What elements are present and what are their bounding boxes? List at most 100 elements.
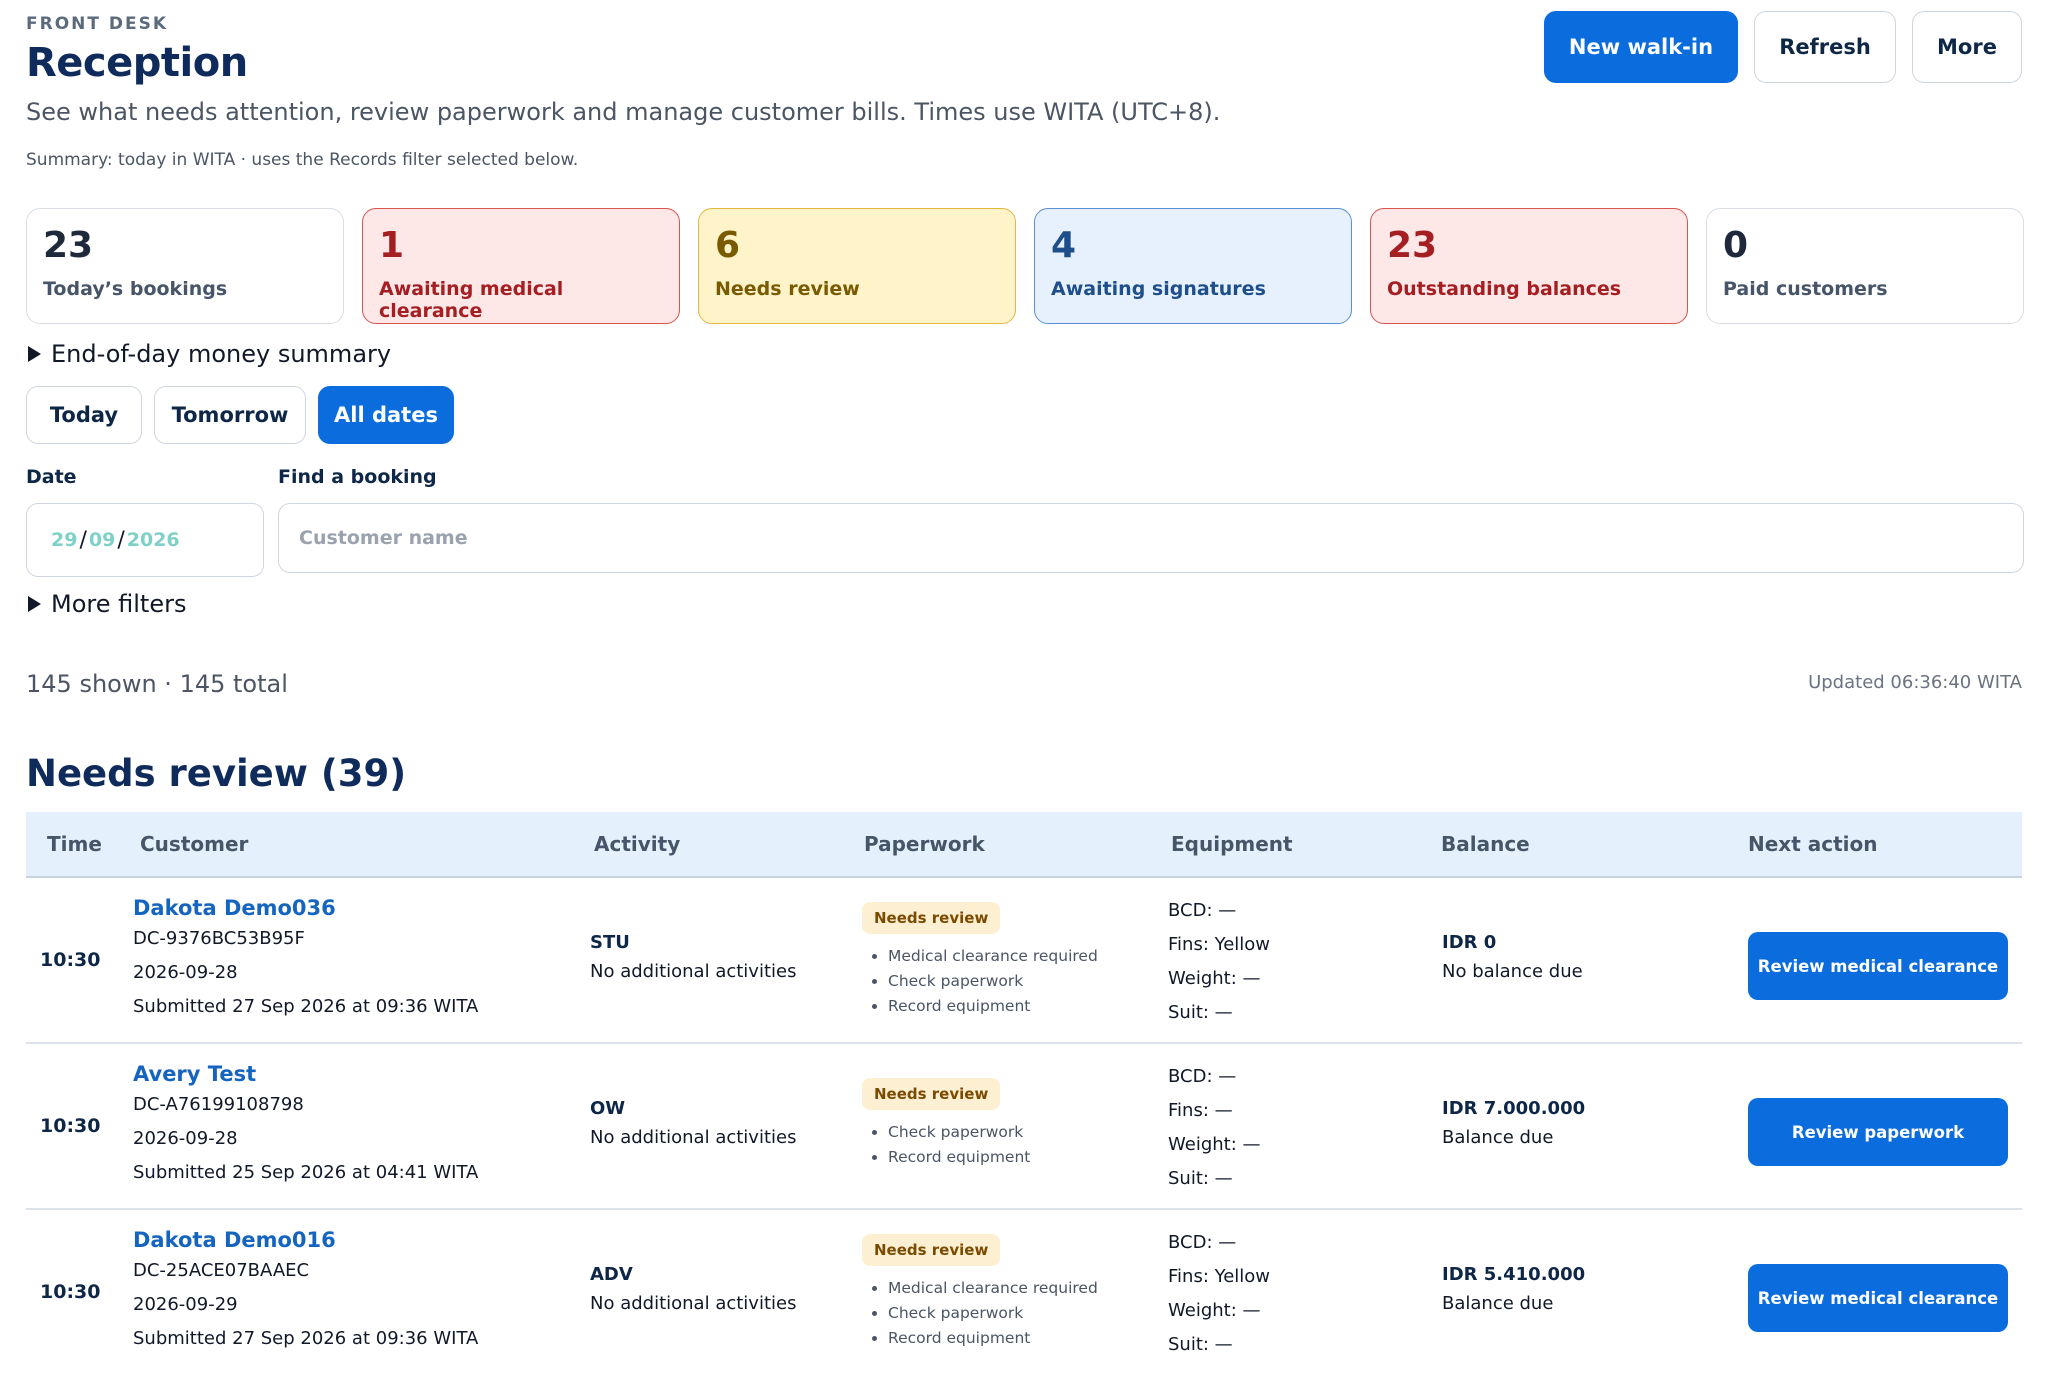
equipment-suit: Suit: — [1168, 1334, 1233, 1355]
list-item: Check paperwork [888, 1301, 1098, 1326]
equipment-suit: Suit: — [1168, 1168, 1233, 1189]
updated-timestamp: Updated 06:36:40 WITA [1808, 672, 2022, 693]
find-booking-label: Find a booking [278, 466, 437, 488]
customer-name-link[interactable]: Avery Test [133, 1062, 478, 1086]
disclosure-triangle-icon [28, 596, 41, 612]
column-header-customer: Customer [140, 832, 249, 856]
row-time: 10:30 [40, 949, 101, 971]
activity-code: OW [590, 1098, 626, 1119]
stat-value: 23 [43, 225, 94, 266]
balance-note: No balance due [1442, 961, 1583, 982]
equipment-weight: Weight: — [1168, 1134, 1261, 1155]
table-row: 10:30 Dakota Demo036 DC-9376BC53B95F 202… [26, 878, 2022, 1044]
date-separator: / [117, 527, 125, 553]
review-medical-clearance-button[interactable]: Review medical clearance [1748, 932, 2008, 1000]
booking-date: 2026-09-28 [133, 962, 238, 983]
submitted-at: Submitted 25 Sep 2026 at 04:41 WITA [133, 1162, 479, 1183]
money-summary-toggle[interactable]: End-of-day money summary [28, 340, 391, 368]
review-paperwork-button[interactable]: Review paperwork [1748, 1098, 2008, 1166]
stat-cards: 23 Today’s bookings 1 Awaiting medical c… [26, 208, 2024, 324]
tab-all-dates[interactable]: All dates [318, 386, 454, 444]
activity-code: STU [590, 932, 630, 953]
column-header-activity: Activity [594, 832, 681, 856]
disclosure-triangle-icon [28, 346, 41, 362]
booking-date: 2026-09-29 [133, 1294, 238, 1315]
customer-cell: Dakota Demo036 DC-9376BC53B95F 2026-09-2… [133, 896, 478, 1024]
status-badge: Needs review [862, 902, 1001, 934]
table-row: 10:30 Dakota Demo016 DC-25ACE07BAAEC 202… [26, 1210, 2022, 1376]
equipment-weight: Weight: — [1168, 1300, 1261, 1321]
more-filters-label: More filters [51, 590, 187, 618]
activity-note: No additional activities [590, 961, 797, 982]
equipment-bcd: BCD: — [1168, 1066, 1237, 1087]
equipment-bcd: BCD: — [1168, 900, 1237, 921]
date-year: 2026 [126, 529, 180, 551]
date-day: 29 [51, 529, 78, 551]
list-item: Record equipment [888, 994, 1098, 1019]
list-item: Check paperwork [888, 1120, 1030, 1145]
stat-todays-bookings[interactable]: 23 Today’s bookings [26, 208, 344, 324]
task-list: Check paperwork Record equipment [862, 1120, 1030, 1170]
tab-today[interactable]: Today [26, 386, 142, 444]
date-field[interactable]: 29 / 09 / 2026 [26, 503, 264, 577]
task-list: Medical clearance required Check paperwo… [862, 1276, 1098, 1351]
stat-label: Needs review [715, 278, 860, 300]
stat-needs-review[interactable]: 6 Needs review [698, 208, 1016, 324]
paperwork-cell: Needs review Check paperwork Record equi… [862, 1078, 1030, 1170]
list-item: Record equipment [888, 1145, 1030, 1170]
activity-cell: OW No additional activities [590, 1098, 796, 1155]
customer-cell: Avery Test DC-A76199108798 2026-09-28 Su… [133, 1062, 478, 1190]
stat-awaiting-signatures[interactable]: 4 Awaiting signatures [1034, 208, 1352, 324]
list-item: Check paperwork [888, 969, 1098, 994]
balance-note: Balance due [1442, 1293, 1554, 1314]
stat-value: 23 [1387, 225, 1438, 266]
stat-awaiting-medical-clearance[interactable]: 1 Awaiting medical clearance [362, 208, 680, 324]
more-button[interactable]: More [1912, 11, 2022, 83]
submitted-at: Submitted 27 Sep 2026 at 09:36 WITA [133, 1328, 479, 1349]
equipment-cell: BCD: — Fins: Yellow Weight: — Suit: — [1168, 1226, 1270, 1362]
review-medical-clearance-button[interactable]: Review medical clearance [1748, 1264, 2008, 1332]
result-counts: 145 shown · 145 total [26, 670, 288, 698]
column-header-equipment: Equipment [1171, 832, 1293, 856]
equipment-fins: Fins: Yellow [1168, 1266, 1271, 1287]
list-item: Medical clearance required [888, 1276, 1098, 1301]
refresh-button[interactable]: Refresh [1754, 11, 1896, 83]
header-actions: New walk-in Refresh More [1544, 11, 2022, 83]
balance-cell: IDR 0 No balance due [1442, 932, 1583, 989]
customer-name-link[interactable]: Dakota Demo036 [133, 896, 478, 920]
activity-note: No additional activities [590, 1293, 797, 1314]
stat-value: 4 [1051, 225, 1077, 266]
equipment-fins: Fins: Yellow [1168, 934, 1271, 955]
customer-name-link[interactable]: Dakota Demo016 [133, 1228, 478, 1252]
row-time: 10:30 [40, 1281, 101, 1303]
list-item: Medical clearance required [888, 944, 1098, 969]
stat-label: Today’s bookings [43, 278, 228, 300]
customer-cell: Dakota Demo016 DC-25ACE07BAAEC 2026-09-2… [133, 1228, 478, 1356]
stat-value: 6 [715, 225, 741, 266]
task-list: Medical clearance required Check paperwo… [862, 944, 1098, 1019]
new-walk-in-button[interactable]: New walk-in [1544, 11, 1738, 83]
activity-cell: STU No additional activities [590, 932, 796, 989]
customer-search-input[interactable] [278, 503, 2024, 573]
list-item: Record equipment [888, 1326, 1098, 1351]
date-range-tabs: Today Tomorrow All dates [26, 386, 454, 444]
column-header-next-action: Next action [1748, 832, 1878, 856]
balance-amount: IDR 0 [1442, 932, 1497, 953]
booking-date: 2026-09-28 [133, 1128, 238, 1149]
date-month: 09 [88, 529, 116, 551]
paperwork-cell: Needs review Medical clearance required … [862, 1234, 1098, 1351]
stat-label: Awaiting medical clearance [379, 278, 564, 322]
tab-tomorrow[interactable]: Tomorrow [154, 386, 306, 444]
equipment-cell: BCD: — Fins: Yellow Weight: — Suit: — [1168, 894, 1270, 1030]
stat-outstanding-balances[interactable]: 23 Outstanding balances [1370, 208, 1688, 324]
submitted-at: Submitted 27 Sep 2026 at 09:36 WITA [133, 996, 479, 1017]
booking-ref: DC-9376BC53B95F [133, 928, 305, 949]
equipment-fins: Fins: — [1168, 1100, 1233, 1121]
date-separator: / [79, 527, 87, 553]
stat-paid-customers[interactable]: 0 Paid customers [1706, 208, 2024, 324]
table-header: Time Customer Activity Paperwork Equipme… [26, 812, 2022, 878]
paperwork-cell: Needs review Medical clearance required … [862, 902, 1098, 1019]
stat-label: Paid customers [1723, 278, 1888, 300]
more-filters-toggle[interactable]: More filters [28, 590, 186, 618]
status-badge: Needs review [862, 1078, 1001, 1110]
